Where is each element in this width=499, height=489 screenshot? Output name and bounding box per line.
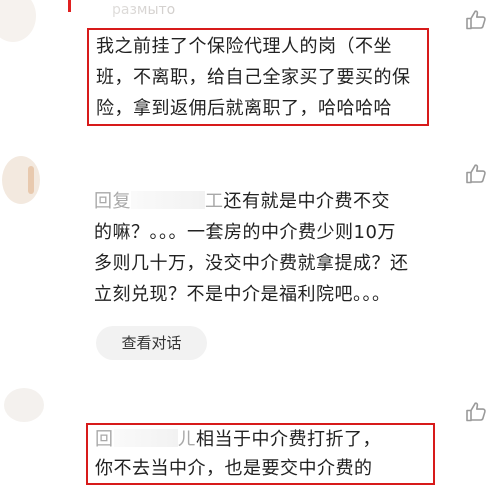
comment-line: 你不去当中介，也是要交中介费的: [95, 458, 373, 479]
redacted-username: [131, 191, 205, 209]
comment-feed: размыто 我之前挂了个保险代理人的岗（不坐 班，不离职，给自己全家买了要买…: [0, 0, 499, 489]
comment-text-highlighted: 我之前挂了个保险代理人的岗（不坐 班，不离职，给自己全家买了要买的保 险，拿到返…: [87, 28, 429, 126]
avatar[interactable]: [2, 156, 40, 204]
comment-text-highlighted: 回 ㄦ相当于中介费打折了， 你不去当中介，也是要交中介费的: [86, 423, 435, 485]
comment-line: 回复 工还有就是中介费不交: [94, 186, 434, 217]
comment-line-rest: 相当于中介费打折了，: [196, 429, 381, 450]
reply-name-tail: ㄦ: [177, 429, 196, 450]
comment-line: 立刻兑现？不是中介是福利院吧。。。: [94, 284, 391, 305]
comment-line: 的嘛？。。。一套房的中介费少则10万: [94, 222, 396, 243]
red-annotation-mark: [68, 0, 71, 12]
avatar[interactable]: [0, 0, 36, 42]
reply-comment-text: 回复 工还有就是中介费不交 的嘛？。。。一套房的中介费少则10万 多则几十万，没交…: [94, 186, 434, 310]
comment-line: 回 ㄦ相当于中介费打折了，: [95, 425, 433, 454]
avatar[interactable]: [4, 388, 44, 422]
reply-name-tail: 工: [205, 191, 224, 212]
thumbs-up-icon[interactable]: [464, 8, 488, 32]
view-dialog-button[interactable]: 查看对话: [96, 326, 207, 360]
comment-line-rest: 还有就是中介费不交: [223, 191, 390, 212]
comment-line: 多则几十万，没交中介费就拿提成？还: [94, 253, 409, 274]
redacted-username: [113, 429, 178, 447]
reply-prefix: 回: [95, 429, 114, 450]
comment-line: 险，拿到返佣后就离职了，哈哈哈哈: [96, 98, 392, 119]
comment-username[interactable]: размыто: [112, 2, 242, 20]
comment-line: 班，不离职，给自己全家买了要买的保: [96, 67, 411, 88]
thumbs-up-icon[interactable]: [464, 400, 488, 424]
comment-line: 我之前挂了个保险代理人的岗（不坐: [96, 36, 392, 57]
reply-prefix: 回复: [94, 191, 131, 212]
thumbs-up-icon[interactable]: [464, 162, 488, 186]
